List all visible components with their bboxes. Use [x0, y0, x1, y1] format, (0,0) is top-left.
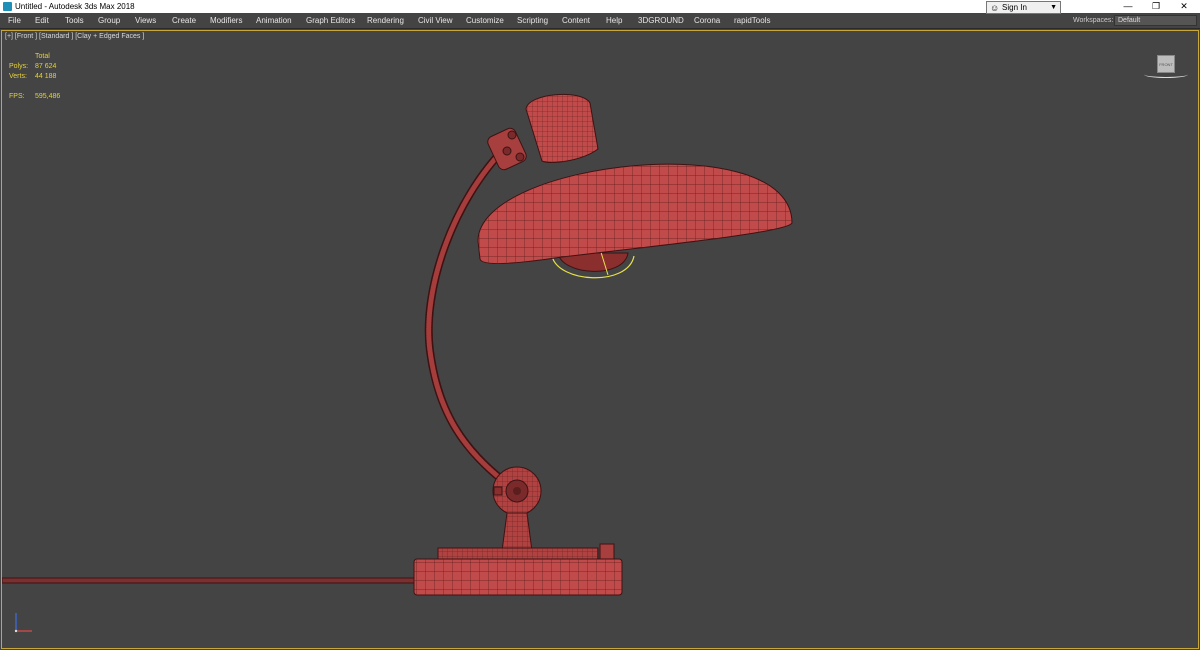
menu-bar: File Edit Tools Group Views Create Modif…	[0, 13, 1200, 29]
menu-rendering[interactable]: Rendering	[367, 13, 404, 28]
menu-rapidtools[interactable]: rapidTools	[734, 13, 770, 28]
close-button[interactable]: ✕	[1170, 0, 1198, 13]
sign-in-dropdown[interactable]: ☺ Sign In ▼	[986, 1, 1061, 14]
minimize-button[interactable]: —	[1114, 0, 1142, 13]
viewcube[interactable]: FRONT	[1142, 53, 1190, 79]
menu-tools[interactable]: Tools	[65, 13, 84, 28]
sign-in-label: Sign In	[1002, 3, 1027, 12]
lamp-arm	[424, 142, 518, 493]
scene-render	[2, 93, 793, 596]
stats-fps-label: FPS:	[9, 93, 25, 100]
caret-down-icon: ▼	[1050, 4, 1057, 11]
viewport-label[interactable]: [+] [Front ] [Standard ] [Clay + Edged F…	[5, 33, 144, 40]
lamp-cable	[2, 577, 418, 584]
menu-graph-editors[interactable]: Graph Editors	[306, 13, 355, 28]
stats-fps-value: 595,486	[35, 93, 61, 100]
menu-views[interactable]: Views	[135, 13, 156, 28]
workspaces-dropdown[interactable]: Default	[1114, 15, 1197, 26]
lamp-base	[413, 558, 623, 596]
stats-verts-value: 44 188	[35, 73, 57, 80]
menu-edit[interactable]: Edit	[35, 13, 49, 28]
menu-animation[interactable]: Animation	[256, 13, 292, 28]
menu-file[interactable]: File	[8, 13, 21, 28]
viewport-front[interactable]: [+] [Front ] [Standard ] [Clay + Edged F…	[1, 30, 1199, 649]
stats-polys-label: Polys:	[9, 63, 29, 70]
app-icon	[3, 2, 12, 11]
menu-help[interactable]: Help	[606, 13, 622, 28]
menu-customize[interactable]: Customize	[466, 13, 504, 28]
stats-header: Total	[35, 53, 50, 60]
lamp-shade	[477, 163, 793, 264]
menu-group[interactable]: Group	[98, 13, 120, 28]
viewcube-ring[interactable]	[1144, 71, 1188, 78]
menu-corona[interactable]: Corona	[694, 13, 720, 28]
menu-modifiers[interactable]: Modifiers	[210, 13, 242, 28]
lamp-neck	[501, 512, 533, 552]
stats-polys-value: 87 624	[35, 63, 57, 70]
menu-create[interactable]: Create	[172, 13, 196, 28]
axis-tripod-icon	[14, 613, 32, 633]
restore-button[interactable]: ❐	[1142, 0, 1170, 13]
menu-3dground[interactable]: 3DGROUND	[638, 13, 684, 28]
lamp-head-cylinder	[525, 93, 599, 163]
menu-civil-view[interactable]: Civil View	[418, 13, 453, 28]
menu-content[interactable]: Content	[562, 13, 590, 28]
lamp-switch	[599, 543, 615, 562]
menu-scripting[interactable]: Scripting	[517, 13, 548, 28]
window-title: Untitled - Autodesk 3ds Max 2018	[15, 2, 135, 11]
workspaces-label: Workspaces:	[1073, 17, 1114, 24]
lamp-lower-joint	[492, 466, 542, 516]
stats-verts-label: Verts:	[9, 73, 27, 80]
user-icon: ☺	[990, 3, 1000, 13]
